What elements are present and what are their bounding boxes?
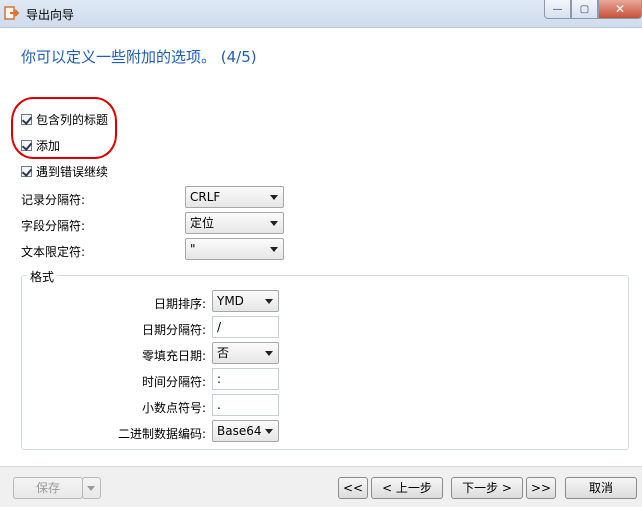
format-group-title: 格式 (27, 268, 58, 285)
date-order-select[interactable]: YMD (212, 290, 279, 312)
red-highlight-annotation (11, 97, 117, 159)
maximize-button[interactable]: ▢ (571, 0, 598, 19)
field-separator-value: 定位 (190, 216, 215, 230)
close-button[interactable]: ✕ (598, 0, 642, 19)
date-separator-input[interactable]: / (212, 316, 279, 338)
page-heading: 你可以定义一些附加的选项。 (4/5) (21, 48, 257, 66)
decimal-symbol-input[interactable]: . (212, 394, 279, 416)
title-bar: 导出向导 — ▢ ✕ (0, 0, 642, 28)
field-separator-label: 字段分隔符: (21, 219, 86, 233)
format-group (21, 275, 629, 450)
chevron-down-icon (265, 429, 273, 434)
checkbox-checked-icon (21, 165, 32, 177)
binary-encoding-value: Base64 (217, 424, 262, 438)
zero-pad-date-value: 否 (217, 346, 230, 360)
cancel-button[interactable]: 取消 (565, 477, 637, 499)
record-separator-select[interactable]: CRLF (185, 186, 284, 208)
date-separator-label: 日期分隔符: (141, 323, 206, 337)
export-wizard-icon (4, 6, 20, 20)
date-order-label: 日期排序: (153, 297, 206, 311)
text-qualifier-label: 文本限定符: (21, 245, 86, 259)
next-step-button[interactable]: 下一步 > (451, 477, 523, 499)
continue-on-error-label: 遇到错误继续 (36, 164, 109, 179)
chevron-down-icon (265, 351, 273, 356)
save-dropdown-button[interactable] (82, 477, 101, 499)
chevron-down-icon (270, 221, 278, 226)
record-separator-value: CRLF (190, 190, 221, 204)
minimize-button[interactable]: — (544, 0, 571, 19)
binary-encoding-select[interactable]: Base64 (212, 420, 279, 442)
decimal-symbol-label: 小数点符号: (141, 401, 206, 415)
time-separator-input[interactable]: : (212, 368, 279, 390)
date-order-value: YMD (217, 294, 244, 308)
field-separator-select[interactable]: 定位 (185, 212, 284, 234)
first-step-button[interactable]: << (338, 477, 368, 499)
chevron-down-icon (87, 486, 95, 491)
previous-step-button[interactable]: < 上一步 (371, 477, 443, 499)
close-icon: ✕ (614, 2, 626, 16)
text-qualifier-select[interactable]: " (185, 238, 284, 260)
last-step-button[interactable]: >> (526, 477, 556, 499)
window-title: 导出向导 (26, 8, 75, 22)
save-button[interactable]: 保存 (13, 477, 83, 499)
time-separator-label: 时间分隔符: (141, 375, 206, 389)
chevron-down-icon (265, 299, 273, 304)
minimize-icon: — (552, 3, 563, 15)
chevron-down-icon (270, 195, 278, 200)
zero-pad-date-select[interactable]: 否 (212, 342, 279, 364)
zero-pad-date-label: 零填充日期: (141, 349, 206, 363)
continue-on-error-checkbox[interactable]: 遇到错误继续 (21, 163, 108, 179)
text-qualifier-value: " (190, 242, 196, 256)
maximize-icon: ▢ (579, 3, 590, 15)
binary-encoding-label: 二进制数据编码: (117, 427, 206, 441)
chevron-down-icon (270, 247, 278, 252)
record-separator-label: 记录分隔符: (21, 193, 86, 207)
